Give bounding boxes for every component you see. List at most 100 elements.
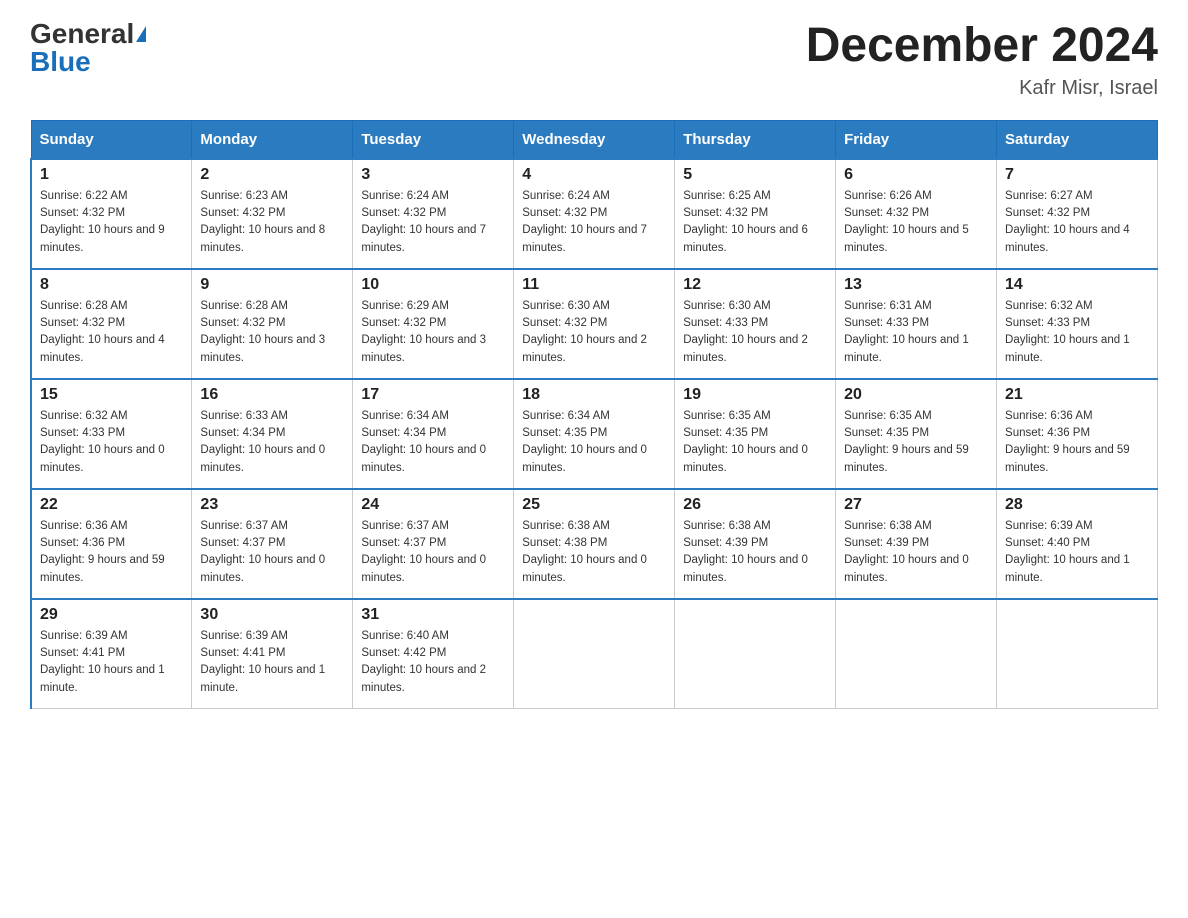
calendar-cell: 6 Sunrise: 6:26 AMSunset: 4:32 PMDaylight… xyxy=(836,159,997,269)
day-number: 31 xyxy=(361,606,505,624)
page-header: General Blue December 2024 Kafr Misr, Is… xyxy=(30,20,1158,100)
logo-general-text: General xyxy=(30,20,134,48)
day-info: Sunrise: 6:39 AMSunset: 4:41 PMDaylight:… xyxy=(200,628,344,697)
calendar-cell: 3 Sunrise: 6:24 AMSunset: 4:32 PMDaylight… xyxy=(353,159,514,269)
week-row-4: 22 Sunrise: 6:36 AMSunset: 4:36 PMDayligh… xyxy=(31,489,1158,599)
calendar-cell: 19 Sunrise: 6:35 AMSunset: 4:35 PMDayligh… xyxy=(675,379,836,489)
calendar-cell: 17 Sunrise: 6:34 AMSunset: 4:34 PMDayligh… xyxy=(353,379,514,489)
day-number: 5 xyxy=(683,166,827,184)
title-area: December 2024 Kafr Misr, Israel xyxy=(806,20,1158,100)
header-tuesday: Tuesday xyxy=(353,120,514,159)
calendar-table: Sunday Monday Tuesday Wednesday Thursday… xyxy=(30,120,1158,710)
calendar-cell: 16Sunrise: 6:33 AMSunset: 4:34 PMDayligh… xyxy=(192,379,353,489)
day-number: 24 xyxy=(361,496,505,514)
logo-blue-text: Blue xyxy=(30,46,91,77)
day-number: 19 xyxy=(683,386,827,404)
logo-triangle-icon xyxy=(136,26,146,42)
day-number: 11 xyxy=(522,276,666,294)
calendar-cell xyxy=(836,599,997,709)
day-info: Sunrise: 6:22 AMSunset: 4:32 PMDaylight:… xyxy=(40,188,183,257)
day-number: 15 xyxy=(40,386,183,404)
calendar-cell: 2 Sunrise: 6:23 AMSunset: 4:32 PMDaylight… xyxy=(192,159,353,269)
day-info: Sunrise: 6:38 AMSunset: 4:39 PMDaylight:… xyxy=(683,518,827,587)
calendar-cell: 12 Sunrise: 6:30 AMSunset: 4:33 PMDayligh… xyxy=(675,269,836,379)
calendar-cell: 30 Sunrise: 6:39 AMSunset: 4:41 PMDayligh… xyxy=(192,599,353,709)
header-saturday: Saturday xyxy=(997,120,1158,159)
day-info: Sunrise: 6:37 AMSunset: 4:37 PMDaylight:… xyxy=(361,518,505,587)
day-info: Sunrise: 6:34 AMSunset: 4:34 PMDaylight:… xyxy=(361,408,505,477)
calendar-cell xyxy=(675,599,836,709)
calendar-cell: 20 Sunrise: 6:35 AMSunset: 4:35 PMDayligh… xyxy=(836,379,997,489)
calendar-cell: 13 Sunrise: 6:31 AMSunset: 4:33 PMDayligh… xyxy=(836,269,997,379)
day-info: Sunrise: 6:32 AMSunset: 4:33 PMDaylight:… xyxy=(1005,298,1149,367)
day-number: 18 xyxy=(522,386,666,404)
day-info: Sunrise: 6:35 AMSunset: 4:35 PMDaylight:… xyxy=(683,408,827,477)
day-info: Sunrise: 6:26 AMSunset: 4:32 PMDaylight:… xyxy=(844,188,988,257)
day-number: 2 xyxy=(200,166,344,184)
calendar-cell: 14 Sunrise: 6:32 AMSunset: 4:33 PMDayligh… xyxy=(997,269,1158,379)
calendar-cell: 23Sunrise: 6:37 AMSunset: 4:37 PMDayligh… xyxy=(192,489,353,599)
calendar-cell: 21 Sunrise: 6:36 AMSunset: 4:36 PMDayligh… xyxy=(997,379,1158,489)
day-number: 8 xyxy=(40,276,183,294)
day-info: Sunrise: 6:25 AMSunset: 4:32 PMDaylight:… xyxy=(683,188,827,257)
day-info: Sunrise: 6:40 AMSunset: 4:42 PMDaylight:… xyxy=(361,628,505,697)
calendar-cell: 15 Sunrise: 6:32 AMSunset: 4:33 PMDayligh… xyxy=(31,379,192,489)
day-info: Sunrise: 6:31 AMSunset: 4:33 PMDaylight:… xyxy=(844,298,988,367)
day-number: 26 xyxy=(683,496,827,514)
header-wednesday: Wednesday xyxy=(514,120,675,159)
day-info: Sunrise: 6:39 AMSunset: 4:40 PMDaylight:… xyxy=(1005,518,1149,587)
day-info: Sunrise: 6:38 AMSunset: 4:38 PMDaylight:… xyxy=(522,518,666,587)
month-title: December 2024 xyxy=(806,20,1158,73)
header-friday: Friday xyxy=(836,120,997,159)
header-sunday: Sunday xyxy=(31,120,192,159)
day-number: 17 xyxy=(361,386,505,404)
calendar-cell: 22 Sunrise: 6:36 AMSunset: 4:36 PMDayligh… xyxy=(31,489,192,599)
calendar-cell: 24 Sunrise: 6:37 AMSunset: 4:37 PMDayligh… xyxy=(353,489,514,599)
day-number: 22 xyxy=(40,496,183,514)
logo: General Blue xyxy=(30,20,146,76)
day-info: Sunrise: 6:35 AMSunset: 4:35 PMDaylight:… xyxy=(844,408,988,477)
day-info: Sunrise: 6:30 AMSunset: 4:32 PMDaylight:… xyxy=(522,298,666,367)
calendar-cell: 11 Sunrise: 6:30 AMSunset: 4:32 PMDayligh… xyxy=(514,269,675,379)
calendar-cell: 4 Sunrise: 6:24 AMSunset: 4:32 PMDaylight… xyxy=(514,159,675,269)
calendar-cell: 31 Sunrise: 6:40 AMSunset: 4:42 PMDayligh… xyxy=(353,599,514,709)
day-number: 29 xyxy=(40,606,183,624)
day-info: Sunrise: 6:29 AMSunset: 4:32 PMDaylight:… xyxy=(361,298,505,367)
day-number: 3 xyxy=(361,166,505,184)
calendar-cell: 10Sunrise: 6:29 AMSunset: 4:32 PMDayligh… xyxy=(353,269,514,379)
day-number: 13 xyxy=(844,276,988,294)
week-row-5: 29 Sunrise: 6:39 AMSunset: 4:41 PMDayligh… xyxy=(31,599,1158,709)
day-info: Sunrise: 6:27 AMSunset: 4:32 PMDaylight:… xyxy=(1005,188,1149,257)
day-info: Sunrise: 6:39 AMSunset: 4:41 PMDaylight:… xyxy=(40,628,183,697)
day-number: 7 xyxy=(1005,166,1149,184)
day-number: 4 xyxy=(522,166,666,184)
day-info: Sunrise: 6:33 AMSunset: 4:34 PMDaylight:… xyxy=(200,408,344,477)
day-info: Sunrise: 6:28 AMSunset: 4:32 PMDaylight:… xyxy=(40,298,183,367)
day-number: 9 xyxy=(200,276,344,294)
day-info: Sunrise: 6:32 AMSunset: 4:33 PMDaylight:… xyxy=(40,408,183,477)
location-title: Kafr Misr, Israel xyxy=(806,77,1158,100)
day-info: Sunrise: 6:36 AMSunset: 4:36 PMDaylight:… xyxy=(40,518,183,587)
week-row-1: 1Sunrise: 6:22 AMSunset: 4:32 PMDaylight… xyxy=(31,159,1158,269)
calendar-cell: 25Sunrise: 6:38 AMSunset: 4:38 PMDayligh… xyxy=(514,489,675,599)
day-number: 20 xyxy=(844,386,988,404)
calendar-cell xyxy=(997,599,1158,709)
header-thursday: Thursday xyxy=(675,120,836,159)
calendar-cell: 8 Sunrise: 6:28 AMSunset: 4:32 PMDaylight… xyxy=(31,269,192,379)
week-row-3: 15 Sunrise: 6:32 AMSunset: 4:33 PMDayligh… xyxy=(31,379,1158,489)
calendar-cell: 29 Sunrise: 6:39 AMSunset: 4:41 PMDayligh… xyxy=(31,599,192,709)
day-info: Sunrise: 6:30 AMSunset: 4:33 PMDaylight:… xyxy=(683,298,827,367)
day-number: 14 xyxy=(1005,276,1149,294)
day-info: Sunrise: 6:37 AMSunset: 4:37 PMDaylight:… xyxy=(200,518,344,587)
day-number: 21 xyxy=(1005,386,1149,404)
calendar-cell xyxy=(514,599,675,709)
day-number: 12 xyxy=(683,276,827,294)
day-info: Sunrise: 6:24 AMSunset: 4:32 PMDaylight:… xyxy=(522,188,666,257)
calendar-cell: 27Sunrise: 6:38 AMSunset: 4:39 PMDayligh… xyxy=(836,489,997,599)
day-number: 28 xyxy=(1005,496,1149,514)
day-info: Sunrise: 6:24 AMSunset: 4:32 PMDaylight:… xyxy=(361,188,505,257)
day-number: 6 xyxy=(844,166,988,184)
day-number: 30 xyxy=(200,606,344,624)
day-info: Sunrise: 6:23 AMSunset: 4:32 PMDaylight:… xyxy=(200,188,344,257)
day-info: Sunrise: 6:36 AMSunset: 4:36 PMDaylight:… xyxy=(1005,408,1149,477)
